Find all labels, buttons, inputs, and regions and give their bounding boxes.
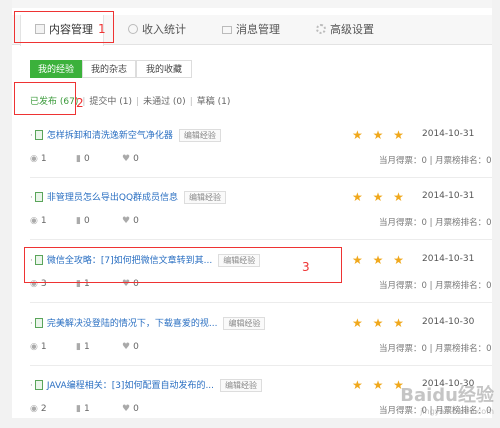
top-strip <box>12 0 492 8</box>
item-stats: ◉1▮0♥0 <box>30 216 168 226</box>
annotation-box-2 <box>14 82 76 115</box>
vote-count: 1 <box>84 404 90 414</box>
annotation-number-1: 1 <box>98 22 106 36</box>
bullet: · <box>30 381 33 391</box>
tab-income-stats[interactable]: 收入统计 <box>128 15 218 45</box>
edit-experience-button[interactable]: 编辑经验 <box>220 379 262 392</box>
heart-icon: ♥ <box>122 216 130 226</box>
coin-icon <box>128 24 138 34</box>
eye-icon: ◉ <box>30 154 38 164</box>
experience-title-link[interactable]: JAVA编程相关：[3]如何配置自动发布的... <box>47 381 214 391</box>
vote-icon: ▮ <box>76 216 81 226</box>
rating-stars: ★ ★ ★ <box>352 378 407 392</box>
edit-experience-button[interactable]: 编辑经验 <box>179 129 221 142</box>
vote-count: 0 <box>84 216 90 226</box>
publish-date: 2014-10-31 <box>422 254 474 264</box>
item-stats: ◉1▮0♥0 <box>30 154 168 164</box>
like-count: 0 <box>133 154 139 164</box>
gear-icon <box>316 24 326 34</box>
document-icon <box>35 318 43 328</box>
separator: | <box>190 97 193 107</box>
monthly-rank: 当月得票：0 | 月票榜排名：0 <box>379 216 492 228</box>
like-count: 0 <box>133 404 139 414</box>
list-item: · 怎样拆卸和清洗逸新空气净化器编辑经验 ★ ★ ★ 2014-10-31 ◉1 ▮… <box>30 118 492 178</box>
filter-submitting[interactable]: 提交中 (1) <box>89 97 132 107</box>
heart-icon: ♥ <box>122 154 130 164</box>
filter-rejected[interactable]: 未通过 (0) <box>143 97 186 107</box>
rating-stars: ★ ★ ★ <box>352 190 407 204</box>
like-count: 0 <box>133 342 139 352</box>
experience-title-link[interactable]: 怎样拆卸和清洗逸新空气净化器 <box>47 131 173 141</box>
filter-drafts[interactable]: 草稿 (1) <box>197 97 231 107</box>
annotation-number-2: 2 <box>76 96 84 110</box>
rating-stars: ★ ★ ★ <box>352 316 407 330</box>
subtab-my-magazine[interactable]: 我的杂志 <box>82 60 136 78</box>
experience-title-link[interactable]: 非管理员怎么导出QQ群成员信息 <box>47 193 178 203</box>
edit-experience-button[interactable]: 编辑经验 <box>184 191 226 204</box>
annotation-box-3 <box>24 247 342 283</box>
list-item: · 完美解决没登陆的情况下，下载喜爱的视... 编辑经验 ★ ★ ★ 2014-10… <box>30 306 492 366</box>
bullet: · <box>30 131 33 141</box>
view-count: 1 <box>41 342 47 352</box>
bullet: · <box>30 193 33 203</box>
rating-stars: ★ ★ ★ <box>352 128 407 142</box>
content-panel: 内容管理 收入统计 消息管理 高级设置 1 我的经验 我的杂志 我的收藏 已发布… <box>12 0 492 418</box>
vote-icon: ▮ <box>76 404 81 414</box>
separator: | <box>136 97 139 107</box>
subtab-my-favorites[interactable]: 我的收藏 <box>136 60 192 78</box>
monthly-rank: 当月得票：0 | 月票榜排名：0 <box>379 154 492 166</box>
baidu-watermark: Baidu经验jingyan.baidu.com <box>400 381 494 416</box>
publish-date: 2014-10-31 <box>422 191 474 201</box>
like-count: 0 <box>133 216 139 226</box>
annotation-number-3: 3 <box>302 260 310 274</box>
bullet: · <box>30 319 33 329</box>
rating-stars: ★ ★ ★ <box>352 253 407 267</box>
heart-icon: ♥ <box>122 342 130 352</box>
vote-count: 0 <box>84 154 90 164</box>
item-stats: ◉1▮1♥0 <box>30 342 168 352</box>
vote-icon: ▮ <box>76 154 81 164</box>
mail-icon <box>222 26 232 34</box>
eye-icon: ◉ <box>30 342 38 352</box>
document-icon <box>35 192 43 202</box>
view-count: 1 <box>41 154 47 164</box>
heart-icon: ♥ <box>122 404 130 414</box>
eye-icon: ◉ <box>30 404 38 414</box>
vote-count: 1 <box>84 342 90 352</box>
view-count: 2 <box>41 404 47 414</box>
experience-title-link[interactable]: 完美解决没登陆的情况下，下载喜爱的视... <box>47 319 218 329</box>
eye-icon: ◉ <box>30 216 38 226</box>
vote-icon: ▮ <box>76 342 81 352</box>
publish-date: 2014-10-30 <box>422 317 474 327</box>
view-count: 1 <box>41 216 47 226</box>
item-stats: ◉2 ▮1 ♥0 <box>30 404 168 414</box>
edit-experience-button[interactable]: 编辑经验 <box>223 317 265 330</box>
publish-date: 2014-10-31 <box>422 129 474 139</box>
monthly-rank: 当月得票：0 | 月票榜排名：0 <box>379 279 492 291</box>
document-icon <box>35 130 43 140</box>
list-item: · 非管理员怎么导出QQ群成员信息编辑经验 ★ ★ ★ 2014-10-31 ◉1… <box>30 180 492 240</box>
tab-advanced-settings[interactable]: 高级设置 <box>316 15 406 45</box>
document-icon <box>35 380 43 390</box>
monthly-rank: 当月得票：0 | 月票榜排名：0 <box>379 342 492 354</box>
subtab-my-experience[interactable]: 我的经验 <box>30 60 82 78</box>
tab-message-management[interactable]: 消息管理 <box>222 15 312 45</box>
